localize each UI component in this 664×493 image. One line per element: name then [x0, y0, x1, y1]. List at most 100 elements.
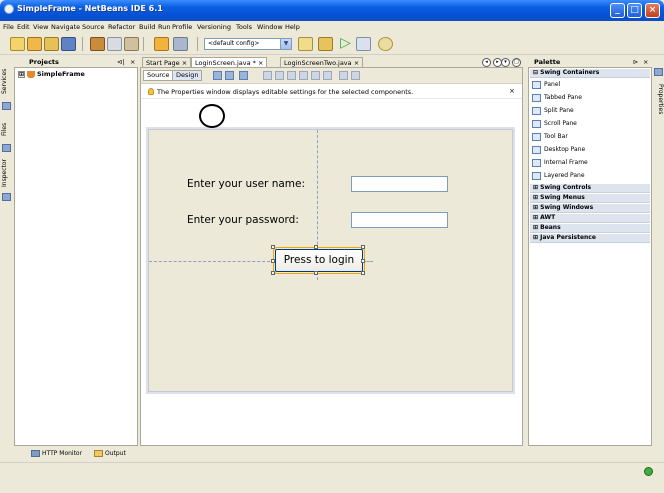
palette-category-java-persistence[interactable]: ⊞ Java Persistence: [530, 234, 650, 243]
profile-icon[interactable]: [378, 37, 393, 51]
save-all-icon[interactable]: [61, 37, 76, 51]
configuration-select[interactable]: <default config> ▼: [204, 38, 292, 50]
new-project-icon[interactable]: [27, 37, 42, 51]
tab-close-icon[interactable]: ×: [354, 59, 359, 67]
menu-versioning[interactable]: Versioning: [197, 23, 231, 31]
paste-icon[interactable]: [124, 37, 139, 51]
resize-handle[interactable]: [271, 271, 275, 275]
info-close-button[interactable]: ×: [509, 87, 515, 95]
center-horizontally-icon[interactable]: [287, 71, 296, 80]
username-label[interactable]: Enter your user name:: [187, 178, 305, 190]
menu-run[interactable]: Run: [158, 23, 170, 31]
menu-profile[interactable]: Profile: [172, 23, 192, 31]
menu-bar: File Edit View Navigate Source Refactor …: [0, 21, 664, 33]
resize-horizontal-icon[interactable]: [339, 71, 348, 80]
username-textfield[interactable]: [351, 176, 448, 192]
resize-handle[interactable]: [361, 245, 365, 249]
palette-item-split-pane[interactable]: Split Pane: [532, 106, 574, 116]
scroll-left-icon[interactable]: ◂: [482, 58, 491, 67]
palette-category-beans[interactable]: ⊞ Beans: [530, 224, 650, 233]
align-bottom-icon[interactable]: [311, 71, 320, 80]
build-hammer-icon[interactable]: [298, 37, 313, 51]
design-canvas[interactable]: Enter your user name: Enter your passwor…: [148, 129, 513, 392]
palette-item-tool-bar[interactable]: Tool Bar: [532, 132, 568, 142]
expand-icon[interactable]: ⊞: [18, 70, 25, 78]
menu-navigate[interactable]: Navigate: [51, 23, 80, 31]
password-field[interactable]: [351, 212, 448, 228]
palette-item-scroll-pane[interactable]: Scroll Pane: [532, 119, 577, 129]
password-label[interactable]: Enter your password:: [187, 214, 299, 226]
resize-handle[interactable]: [314, 271, 318, 275]
properties-icon[interactable]: [654, 68, 663, 76]
center-vertically-icon[interactable]: [323, 71, 332, 80]
clean-build-icon[interactable]: [318, 37, 333, 51]
resize-handle[interactable]: [361, 271, 365, 275]
services-icon[interactable]: [2, 102, 11, 110]
debug-icon[interactable]: [356, 37, 371, 51]
minimize-button[interactable]: _: [610, 3, 625, 18]
palette-category-swing-controls[interactable]: ⊞ Swing Controls: [530, 184, 650, 193]
menu-file[interactable]: File: [3, 23, 14, 31]
align-right-icon[interactable]: [275, 71, 284, 80]
properties-tab[interactable]: Properties: [652, 79, 664, 119]
show-documents-icon[interactable]: ▾: [501, 58, 510, 67]
selection-mode-icon[interactable]: [213, 71, 222, 80]
inspector-icon[interactable]: [2, 193, 11, 201]
source-view-button[interactable]: Source: [143, 70, 174, 81]
resize-handle[interactable]: [361, 259, 365, 263]
palette-minimize-button[interactable]: ⊳: [633, 58, 638, 66]
palette-category-swing-menus[interactable]: ⊞ Swing Menus: [530, 194, 650, 203]
menu-window[interactable]: Window: [257, 23, 283, 31]
palette-category-swing-containers[interactable]: ⊟ Swing Containers: [530, 69, 650, 78]
menu-tools[interactable]: Tools: [236, 23, 252, 31]
copy-icon[interactable]: [107, 37, 122, 51]
palette-close-button[interactable]: ×: [643, 58, 648, 66]
menu-edit[interactable]: Edit: [17, 23, 30, 31]
menu-source[interactable]: Source: [82, 23, 104, 31]
resize-handle[interactable]: [271, 245, 275, 249]
cut-icon[interactable]: [90, 37, 105, 51]
undo-icon[interactable]: [154, 37, 169, 51]
http-monitor-tab[interactable]: HTTP Monitor: [42, 450, 82, 457]
tool-bar-icon: [532, 132, 541, 141]
palette-category-swing-windows[interactable]: ⊞ Swing Windows: [530, 204, 650, 213]
close-window-button[interactable]: ×: [645, 3, 660, 18]
files-icon[interactable]: [2, 144, 11, 152]
palette-item-layered-pane[interactable]: Layered Pane: [532, 171, 585, 181]
palette-category-awt[interactable]: ⊞ AWT: [530, 214, 650, 223]
align-top-icon[interactable]: [299, 71, 308, 80]
connection-mode-icon[interactable]: [225, 71, 234, 80]
menu-build[interactable]: Build: [139, 23, 155, 31]
palette-item-internal-frame[interactable]: Internal Frame: [532, 158, 588, 168]
palette-item-label: Tool Bar: [544, 133, 568, 140]
menu-view[interactable]: View: [33, 23, 48, 31]
tab-close-icon[interactable]: ×: [258, 59, 263, 67]
align-left-icon[interactable]: [263, 71, 272, 80]
design-view-button[interactable]: Design: [172, 70, 203, 81]
palette-item-tabbed-pane[interactable]: Tabbed Pane: [532, 93, 582, 103]
resize-handle[interactable]: [271, 259, 275, 263]
maximize-button[interactable]: □: [627, 3, 642, 18]
tab-close-icon[interactable]: ×: [182, 59, 187, 67]
run-icon[interactable]: ▷: [338, 36, 353, 51]
resize-handle[interactable]: [314, 245, 318, 249]
resize-vertical-icon[interactable]: [351, 71, 360, 80]
inspector-tab[interactable]: Inspector: [1, 155, 13, 191]
palette-item-desktop-pane[interactable]: Desktop Pane: [532, 145, 585, 155]
redo-icon[interactable]: [173, 37, 188, 51]
login-button[interactable]: Press to login: [273, 247, 365, 274]
maximize-editor-icon[interactable]: □: [512, 58, 521, 67]
preview-design-icon[interactable]: [239, 71, 248, 80]
output-tab[interactable]: Output: [105, 450, 126, 457]
files-tab[interactable]: Files: [1, 117, 13, 141]
new-file-icon[interactable]: [10, 37, 25, 51]
palette-item-panel[interactable]: Panel: [532, 80, 560, 90]
menu-help[interactable]: Help: [285, 23, 300, 31]
services-tab[interactable]: Services: [1, 63, 13, 99]
open-project-icon[interactable]: [44, 37, 59, 51]
projects-minimize-button[interactable]: ⊲|: [117, 58, 125, 66]
project-node-simpleframe[interactable]: ⊞ SimpleFrame: [18, 70, 85, 78]
palette-item-label: Split Pane: [544, 107, 574, 114]
menu-refactor[interactable]: Refactor: [108, 23, 135, 31]
projects-close-button[interactable]: ×: [130, 58, 135, 66]
